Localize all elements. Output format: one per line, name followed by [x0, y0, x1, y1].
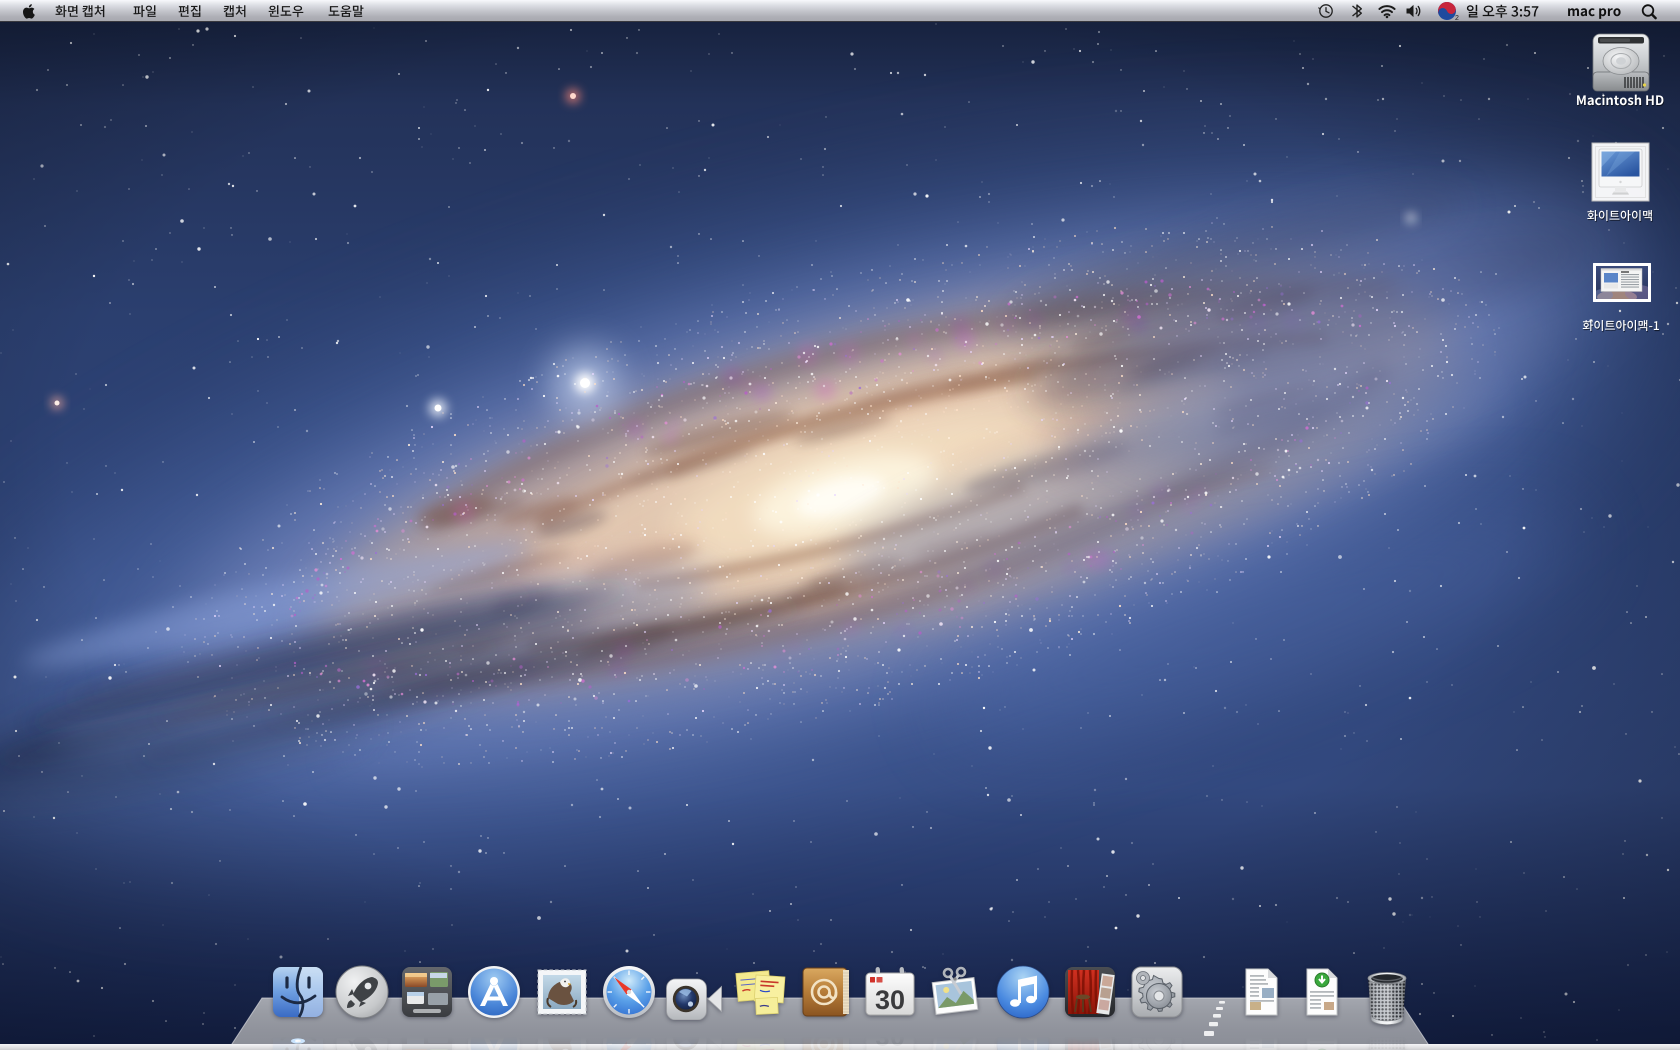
svg-text:30: 30 — [875, 985, 905, 1015]
